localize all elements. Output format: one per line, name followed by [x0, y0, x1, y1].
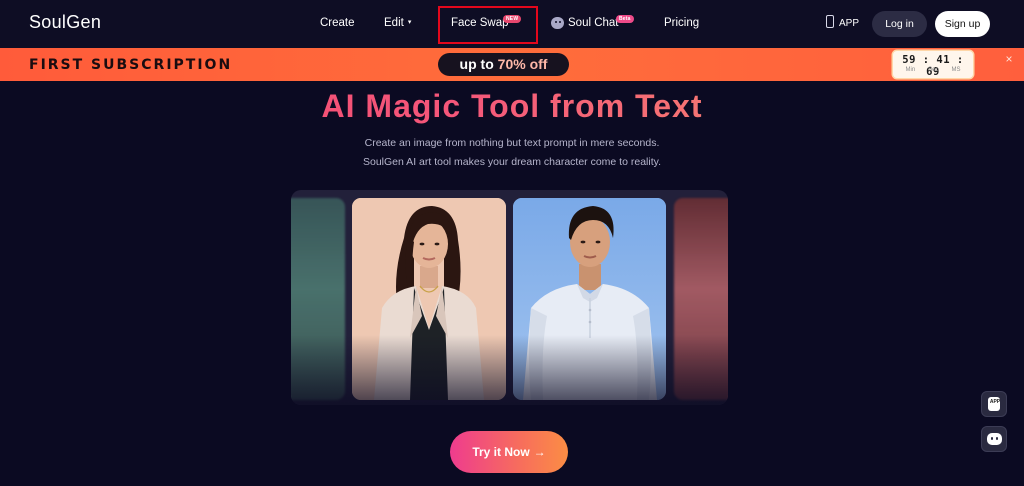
close-icon[interactable]: ×	[999, 50, 1019, 68]
gallery-card-man	[513, 198, 666, 400]
promo-offer-prefix: up to	[459, 56, 494, 72]
countdown-sec-label: Sec	[928, 67, 939, 73]
caret-down-icon: ▾	[407, 19, 412, 26]
page-title: AI Magic Tool from Text	[0, 88, 1024, 125]
logo[interactable]: SoulGen	[29, 12, 101, 33]
beta-badge: Beta	[616, 15, 634, 23]
floating-app-label: APP	[989, 399, 1001, 405]
countdown-labels: Min Sec MS	[893, 67, 973, 73]
promo-banner[interactable]: FIRST SUBSCRIPTION up to 70% off 59 : 41…	[0, 48, 1024, 81]
countdown-digits: 59 : 41 : 69	[902, 54, 964, 78]
nav-item-edit-label: Edit	[384, 17, 404, 29]
countdown-timer: 59 : 41 : 69 Min Sec MS	[893, 51, 973, 78]
hero-subtitle-line1: Create an image from nothing but text pr…	[364, 137, 660, 149]
arrow-right-icon: →	[533, 445, 546, 459]
login-button[interactable]: Log in	[872, 11, 927, 37]
floating-app-button[interactable]: APP	[981, 391, 1007, 417]
nav-item-soul-chat[interactable]: Soul Chat	[568, 17, 619, 29]
promo-label: FIRST SUBSCRIPTION	[29, 57, 233, 73]
nav-item-face-swap[interactable]: Face Swap	[451, 17, 509, 29]
phone-icon	[826, 15, 834, 28]
gallery-card-right-blurred	[674, 198, 728, 400]
countdown-ms-label: MS	[951, 67, 961, 73]
man-portrait-image	[513, 198, 666, 400]
hero-subtitle-line2: SoulGen AI art tool makes your dream cha…	[362, 156, 662, 168]
nav-item-app[interactable]: APP	[839, 18, 859, 29]
new-badge: NEW	[503, 15, 522, 23]
nav-item-create[interactable]: Create	[320, 17, 355, 29]
promo-offer-value: 70% off	[497, 56, 548, 72]
countdown-min-label: Min	[905, 67, 916, 73]
nav-item-edit[interactable]: Edit ▾	[384, 17, 411, 29]
try-it-now-label: Try it Now	[472, 445, 530, 459]
discord-icon	[987, 433, 1002, 445]
try-it-now-button[interactable]: Try it Now →	[450, 431, 568, 473]
chat-bubble-icon	[551, 17, 564, 29]
image-gallery	[291, 190, 728, 405]
promo-offer-pill: up to 70% off	[438, 53, 569, 76]
gallery-card-woman	[352, 198, 506, 400]
top-navigation: SoulGen Create Edit ▾ Face Swap NEW Soul …	[0, 0, 1024, 48]
woman-portrait-image	[352, 198, 506, 400]
nav-item-pricing[interactable]: Pricing	[664, 17, 699, 29]
signup-button[interactable]: Sign up	[935, 11, 990, 37]
floating-discord-button[interactable]	[981, 426, 1007, 452]
gallery-card-left-blurred	[291, 198, 345, 400]
